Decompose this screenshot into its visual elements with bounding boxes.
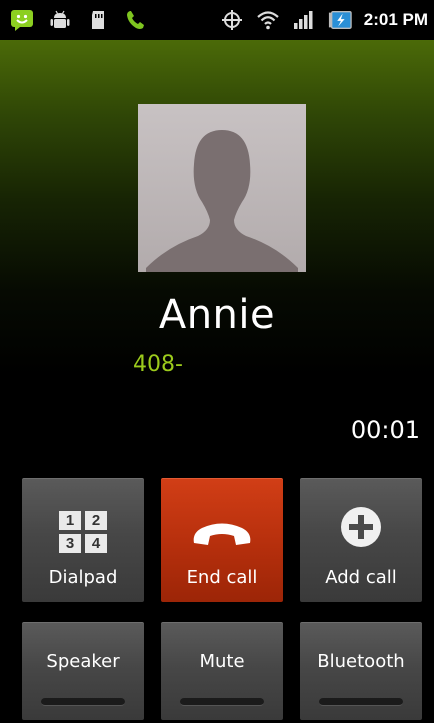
caller-number: 408- [133,352,183,377]
speaker-toggle[interactable]: Speaker [22,622,144,720]
end-call-button[interactable]: End call [161,478,283,602]
android-debug-icon [48,8,72,32]
end-call-label: End call [186,567,258,588]
person-silhouette-icon [146,130,298,272]
status-time: 2:01 PM [363,10,428,29]
dialpad-key: 1 [59,511,81,530]
notification-icons [10,8,148,32]
chat-smiley-icon [10,8,34,32]
add-call-label: Add call [325,567,397,588]
speaker-indicator [41,698,125,706]
call-duration: 00:01 [350,416,420,444]
battery-charging-icon [328,8,352,32]
dialpad-icon: 1 2 3 4 [59,511,107,553]
signal-icon [292,8,316,32]
phone-call-icon [124,8,148,32]
system-icons: 2:01 PM [220,8,428,32]
dialpad-key: 2 [85,511,107,530]
status-bar: 2:01 PM [0,0,434,40]
dialpad-key: 4 [85,534,107,553]
dialpad-key: 3 [59,534,81,553]
dialpad-button[interactable]: 1 2 3 4 Dialpad [22,478,144,602]
mute-toggle[interactable]: Mute [161,622,283,720]
add-call-button[interactable]: Add call [300,478,422,602]
dialpad-label: Dialpad [48,567,118,588]
caller-name: Annie [158,292,276,338]
gps-icon [220,8,244,32]
bluetooth-indicator [319,698,403,706]
sd-card-icon [86,8,110,32]
speaker-label: Speaker [46,651,120,672]
bluetooth-toggle[interactable]: Bluetooth [300,622,422,720]
bluetooth-label: Bluetooth [317,651,405,672]
mute-label: Mute [199,651,245,672]
hang-up-icon [193,523,251,545]
wifi-icon [256,8,280,32]
contact-photo [138,104,306,272]
add-circle-icon [341,507,381,547]
mute-indicator [180,698,264,706]
